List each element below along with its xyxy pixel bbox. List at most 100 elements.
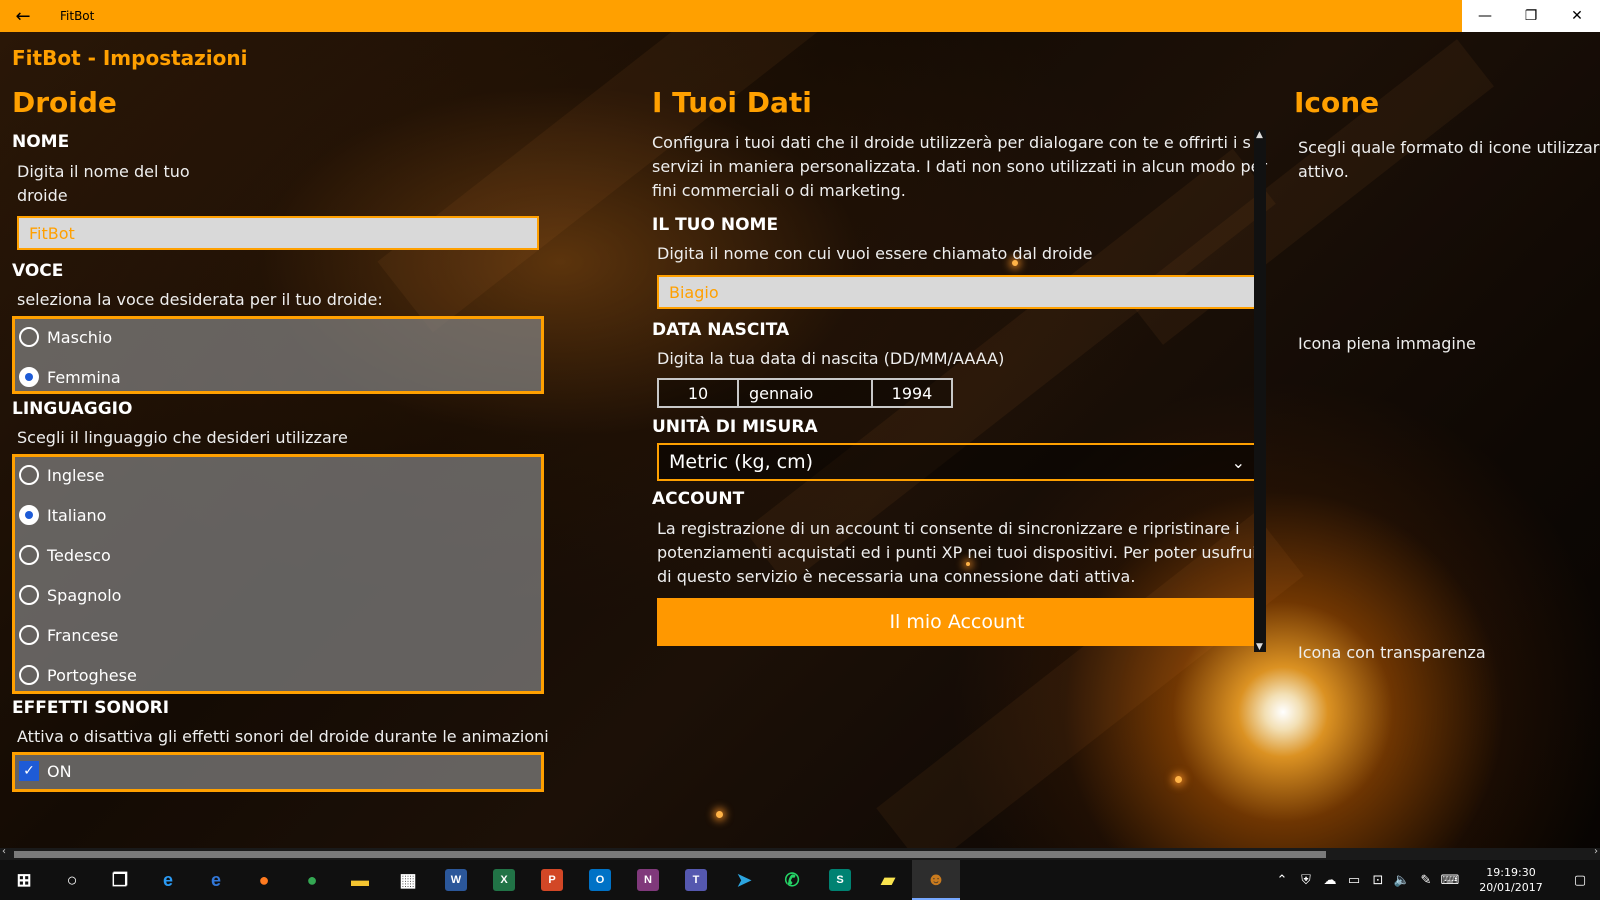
fitbot-app-icon[interactable]: ☻	[912, 860, 960, 900]
taskbar: ⊞ ○ ❐ e e ● ● ▬ ▦ W X P O N T ➤ ✆ S ▰ ☻ ⌃ ⛨ ☁ ▭ ⊡ 🔈 ✎ ⌨ 19:…	[0, 860, 1600, 900]
language-radio-group: Inglese Italiano Tedesco Spagnolo France…	[12, 454, 544, 694]
nome-desc: Digita il nome del tuo droide	[17, 162, 190, 205]
onenote-icon[interactable]: N	[624, 860, 672, 900]
teams-icon-glyph: T	[685, 869, 707, 891]
radio-selected-icon	[19, 367, 39, 387]
chevron-up-icon[interactable]: ⌃	[1270, 873, 1294, 888]
radio-maschio[interactable]: Maschio	[19, 327, 112, 347]
radio-portoghese[interactable]: Portoghese	[19, 665, 137, 685]
radio-circle-icon	[19, 545, 39, 565]
store-icon[interactable]: ▦	[384, 860, 432, 900]
cortana-icon[interactable]: ○	[48, 860, 96, 900]
onedrive-cloud-icon[interactable]: ☁	[1318, 873, 1342, 888]
task-view-icon[interactable]: ❐	[96, 860, 144, 900]
sway-icon[interactable]: S	[816, 860, 864, 900]
dati-intro-line: Configura i tuoi dati che il droide util…	[652, 133, 1252, 152]
scroll-right-icon[interactable]: ›	[1594, 846, 1598, 857]
droide-heading: Droide	[12, 86, 117, 119]
maximize-button[interactable]: ❐	[1508, 0, 1554, 32]
powerpoint-icon[interactable]: P	[528, 860, 576, 900]
close-button[interactable]: ✕	[1554, 0, 1600, 32]
linguaggio-label: LINGUAGGIO	[12, 399, 133, 419]
outlook-icon[interactable]: O	[576, 860, 624, 900]
word-icon-glyph: W	[445, 869, 467, 891]
chrome-icon-glyph: ●	[306, 869, 318, 890]
whatsapp-icon-glyph: ✆	[784, 869, 800, 890]
radio-spagnolo[interactable]: Spagnolo	[19, 585, 121, 605]
droid-name-input[interactable]: FitBot	[17, 216, 539, 250]
start-icon[interactable]: ⊞	[0, 860, 48, 900]
tuo-nome-label: IL TUO NOME	[652, 215, 779, 235]
voce-desc: seleziona la voce desiderata per il tuo …	[17, 290, 383, 309]
unita-label: UNITÀ DI MISURA	[652, 417, 818, 437]
telegram-icon-glyph: ➤	[736, 869, 752, 890]
birth-month-picker[interactable]: gennaio	[737, 378, 873, 408]
my-account-button[interactable]: Il mio Account	[657, 598, 1257, 646]
effetti-label: EFFETTI SONORI	[12, 698, 170, 718]
keyboard-icon[interactable]: ⌨	[1438, 873, 1462, 888]
icon-option-transparent[interactable]: Icona con transparenza	[1298, 641, 1486, 665]
explorer-icon-glyph: ▬	[351, 869, 369, 890]
onenote-icon-glyph: N	[637, 869, 659, 891]
radio-circle-icon	[19, 465, 39, 485]
tuo-nome-desc: Digita il nome con cui vuoi essere chiam…	[657, 244, 1093, 263]
account-label: ACCOUNT	[652, 489, 745, 509]
ie-icon[interactable]: e	[144, 860, 192, 900]
scroll-up-icon[interactable]: ▲	[1256, 130, 1263, 140]
sticky-notes-icon[interactable]: ▰	[864, 860, 912, 900]
units-dropdown[interactable]: Metric (kg, cm) ⌄	[657, 443, 1257, 481]
account-desc-line: La registrazione di un account ti consen…	[657, 519, 1240, 538]
sticky-notes-icon-glyph: ▰	[881, 869, 895, 890]
explorer-icon[interactable]: ▬	[336, 860, 384, 900]
radio-femmina[interactable]: Femmina	[19, 367, 121, 387]
radio-circle-icon	[19, 585, 39, 605]
outlook-icon-glyph: O	[589, 869, 611, 891]
birth-year-picker[interactable]: 1994	[871, 378, 953, 408]
nascita-desc: Digita la tua data di nascita (DD/MM/AAA…	[657, 349, 1005, 368]
start-icon-glyph: ⊞	[16, 869, 32, 890]
store-icon-glyph: ▦	[399, 869, 417, 890]
radio-inglese[interactable]: Inglese	[19, 465, 104, 485]
icon-option-full[interactable]: Icona piena immagine	[1298, 332, 1476, 356]
vertical-scrollbar[interactable]: ▲ ▼	[1254, 130, 1266, 652]
radio-circle-icon	[19, 327, 39, 347]
chrome-icon[interactable]: ●	[288, 860, 336, 900]
clock[interactable]: 19:19:30 20/01/2017	[1468, 865, 1554, 895]
chevron-down-icon: ⌄	[1231, 453, 1245, 472]
account-desc-line: di questo servizio è necessaria una conn…	[657, 567, 1136, 586]
units-selected-value: Metric (kg, cm)	[669, 451, 814, 473]
word-icon[interactable]: W	[432, 860, 480, 900]
scroll-left-icon[interactable]: ‹	[2, 846, 6, 857]
cortana-icon-glyph: ○	[66, 869, 78, 890]
pen-icon[interactable]: ✎	[1414, 873, 1438, 888]
icone-desc-line: Scegli quale formato di icone utilizzare	[1298, 138, 1600, 157]
task-view-icon-glyph: ❐	[111, 869, 129, 890]
whatsapp-icon[interactable]: ✆	[768, 860, 816, 900]
sound-effects-checkbox[interactable]: ✓ ON	[19, 761, 72, 781]
teams-icon[interactable]: T	[672, 860, 720, 900]
bg-spark	[716, 811, 723, 818]
horizontal-scrollbar[interactable]: ‹ ›	[0, 846, 1600, 860]
minimize-button[interactable]: —	[1462, 0, 1508, 32]
radio-tedesco[interactable]: Tedesco	[19, 545, 111, 565]
defender-shield-icon[interactable]: ⛨	[1294, 873, 1318, 888]
network-icon[interactable]: ⊡	[1366, 873, 1390, 888]
radio-label: Tedesco	[47, 545, 111, 565]
checkbox-checked-icon: ✓	[19, 761, 39, 781]
radio-italiano[interactable]: Italiano	[19, 505, 106, 525]
firefox-icon[interactable]: ●	[240, 860, 288, 900]
edge-icon[interactable]: e	[192, 860, 240, 900]
telegram-icon[interactable]: ➤	[720, 860, 768, 900]
radio-francese[interactable]: Francese	[19, 625, 118, 645]
scroll-down-icon[interactable]: ▼	[1256, 642, 1263, 652]
radio-label: Francese	[47, 625, 119, 645]
scrollbar-thumb[interactable]	[14, 851, 1326, 858]
notifications-icon[interactable]: ▢	[1560, 873, 1600, 888]
birth-day-picker[interactable]: 10	[657, 378, 739, 408]
excel-icon[interactable]: X	[480, 860, 528, 900]
arrow-left-icon[interactable]: ←	[0, 0, 46, 32]
volume-muted-icon[interactable]: 🔈	[1390, 873, 1414, 888]
radio-circle-icon	[19, 665, 39, 685]
user-name-input[interactable]: Biagio	[657, 275, 1257, 309]
battery-icon[interactable]: ▭	[1342, 873, 1366, 888]
